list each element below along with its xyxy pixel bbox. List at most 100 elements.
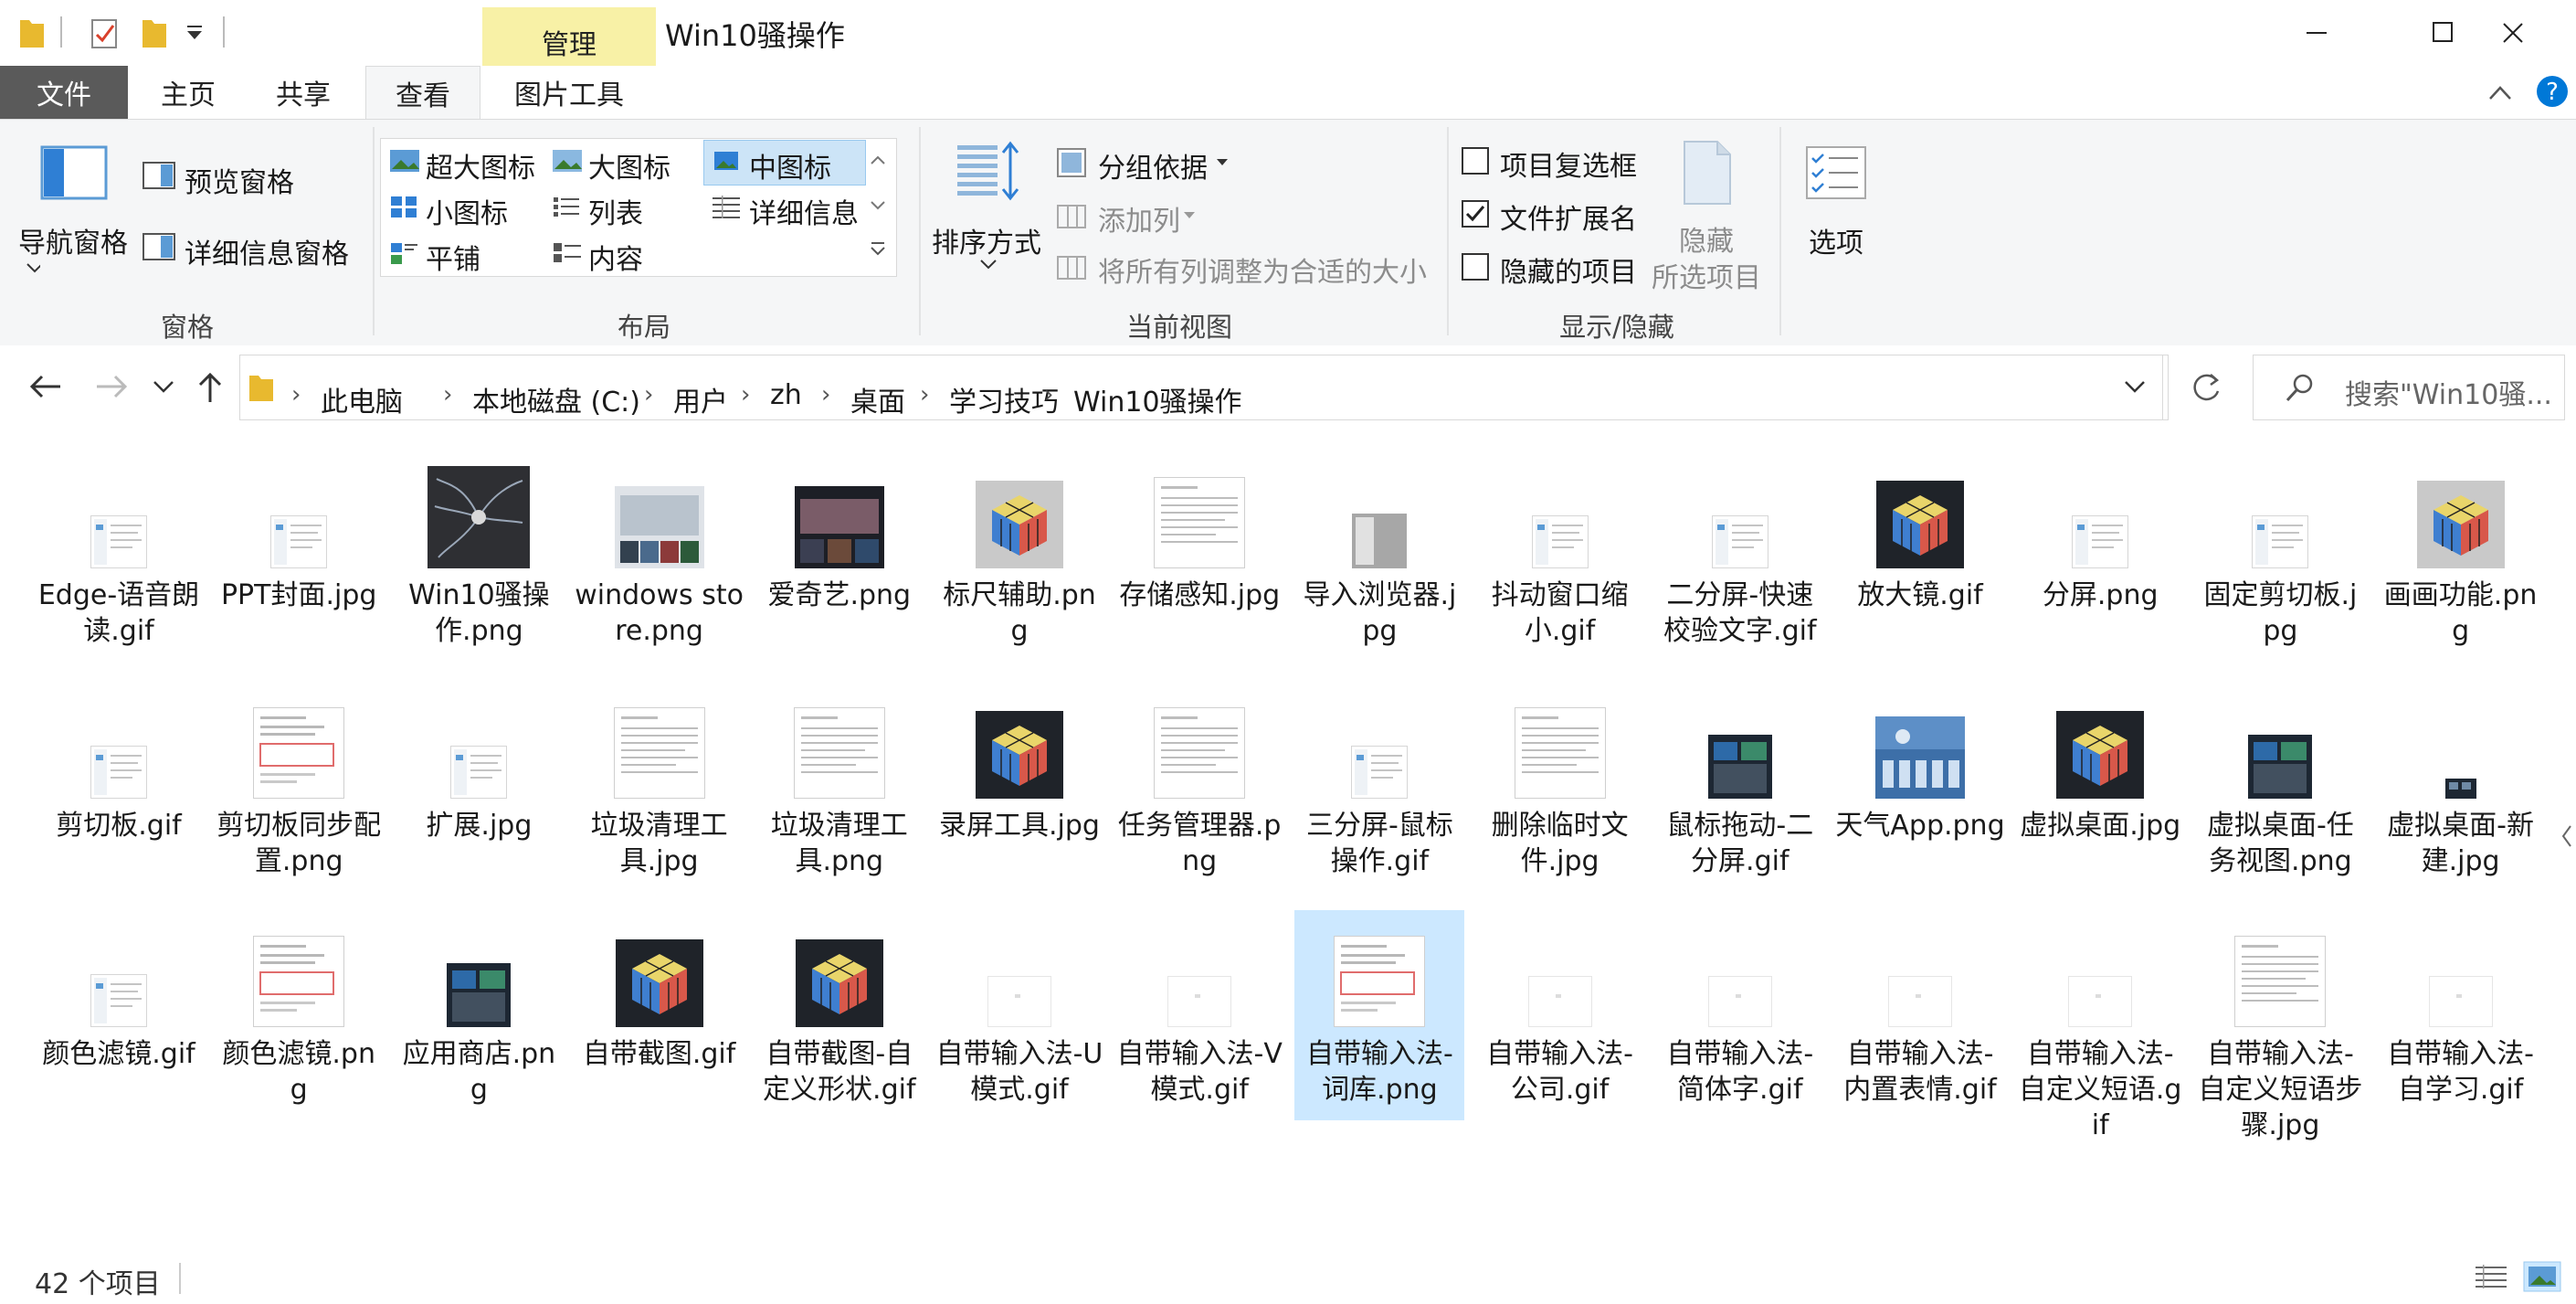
group-by-button[interactable]: 分组依据 [1098, 145, 1208, 186]
new-folder-icon[interactable] [141, 15, 168, 51]
tab-home[interactable]: 主页 [135, 66, 241, 119]
hide-selected-line1[interactable]: 隐藏 [1679, 218, 1734, 259]
breadcrumb-separator[interactable]: › [920, 381, 929, 408]
preview-pane-button[interactable]: 预览窗格 [185, 160, 294, 200]
back-arrow-icon[interactable] [27, 371, 64, 402]
tab-file[interactable]: 文件 [0, 66, 128, 119]
file-item[interactable]: Edge-语音朗读.gif [34, 451, 204, 662]
file-item[interactable]: Win10骚操作.png [394, 451, 564, 662]
breadcrumb-study-tips[interactable]: 学习技巧 [949, 379, 1059, 419]
file-extensions-checkbox[interactable] [1462, 200, 1489, 228]
file-item[interactable]: 自带输入法-自定义短语.gif [2015, 910, 2185, 1141]
layout-extra-large-icons[interactable]: 超大图标 [426, 145, 535, 186]
qat-dropdown-icon[interactable] [185, 15, 205, 51]
file-item[interactable]: 应用商店.png [394, 910, 564, 1120]
file-item[interactable]: 自带输入法-U模式.gif [934, 910, 1104, 1120]
gallery-scroll-up-icon[interactable] [868, 153, 888, 167]
file-item[interactable]: 二分屏-快速校验文字.gif [1655, 451, 1825, 662]
file-item[interactable]: 自带截图-自定义形状.gif [755, 910, 924, 1120]
context-tab-manage[interactable]: 管理 [482, 7, 656, 66]
file-item[interactable]: 天气App.png [1835, 682, 2005, 892]
file-item[interactable]: 剪切板.gif [34, 682, 204, 892]
layout-medium-icons[interactable]: 中图标 [749, 145, 831, 186]
file-item[interactable]: 虚拟桌面-任务视图.png [2195, 682, 2365, 892]
search-input[interactable]: 搜索"Win10骚... [2345, 372, 2552, 412]
help-icon[interactable]: ? [2536, 75, 2569, 108]
file-item[interactable]: 自带输入法-V模式.gif [1114, 910, 1284, 1120]
details-pane-toggle-icon[interactable] [2558, 822, 2576, 850]
breadcrumb-this-pc[interactable]: 此电脑 [321, 379, 403, 419]
gallery-expand-icon[interactable] [868, 239, 888, 259]
properties-icon[interactable] [90, 15, 121, 51]
tab-share[interactable]: 共享 [250, 66, 356, 119]
file-item[interactable]: 分屏.png [2015, 451, 2185, 662]
gallery-scroll-down-icon[interactable] [868, 198, 888, 213]
forward-arrow-icon[interactable] [93, 371, 130, 402]
layout-details[interactable]: 详细信息 [749, 191, 859, 231]
options-button[interactable]: 选项 [1809, 220, 1863, 260]
file-item[interactable]: PPT封面.jpg [214, 451, 384, 662]
up-arrow-icon[interactable] [195, 371, 225, 404]
tab-view[interactable]: 查看 [365, 66, 480, 120]
file-item[interactable]: windows store.png [575, 451, 744, 662]
file-item[interactable]: 虚拟桌面.jpg [2015, 682, 2185, 892]
file-item[interactable]: 自带输入法-自定义短语步骤.jpg [2195, 910, 2365, 1141]
fit-columns-button[interactable]: 将所有列调整为合适的大小 [1098, 249, 1427, 290]
file-item[interactable]: 录屏工具.jpg [934, 682, 1104, 892]
close-button[interactable] [2450, 0, 2576, 66]
layout-small-icons[interactable]: 小图标 [426, 191, 508, 231]
layout-list[interactable]: 列表 [588, 191, 643, 231]
layout-content[interactable]: 内容 [588, 237, 643, 277]
search-box[interactable]: 搜索"Win10骚... [2253, 355, 2565, 420]
file-item[interactable]: 放大镜.gif [1835, 451, 2005, 662]
item-checkboxes-checkbox[interactable] [1462, 147, 1489, 175]
file-item[interactable]: 颜色滤镜.gif [34, 910, 204, 1120]
breadcrumb-separator[interactable]: › [291, 381, 301, 408]
breadcrumb-separator[interactable]: › [1044, 381, 1053, 408]
breadcrumb-separator[interactable]: › [741, 381, 750, 408]
tab-picture-tools[interactable]: 图片工具 [482, 66, 656, 119]
address-path-box[interactable]: › 此电脑 › 本地磁盘 (C:) › 用户 › zh › 桌面 › 学习技巧 … [239, 355, 2169, 420]
file-item[interactable]: 虚拟桌面-新建.jpg [2376, 682, 2546, 892]
file-item[interactable]: 鼠标拖动-二分屏.gif [1655, 682, 1825, 892]
large-icons-view-toggle-icon[interactable] [2523, 1261, 2561, 1292]
sort-by-button[interactable]: 排序方式 [932, 220, 1041, 260]
minimize-button[interactable] [2254, 0, 2381, 66]
breadcrumb-separator[interactable]: › [821, 381, 830, 408]
breadcrumb-separator[interactable]: › [644, 381, 653, 408]
file-item[interactable]: 颜色滤镜.png [214, 910, 384, 1120]
file-item[interactable]: 自带输入法-公司.gif [1475, 910, 1645, 1120]
refresh-icon[interactable] [2189, 371, 2223, 406]
file-item[interactable]: 自带输入法-词库.png [1294, 910, 1465, 1120]
file-item[interactable]: 固定剪切板.jpg [2195, 451, 2365, 662]
chevron-down-icon[interactable] [18, 260, 40, 275]
breadcrumb-users[interactable]: 用户 [673, 379, 728, 419]
collapse-ribbon-icon[interactable] [2486, 80, 2514, 104]
breadcrumb-zh[interactable]: zh [770, 379, 802, 411]
file-item[interactable]: 自带输入法-自学习.gif [2376, 910, 2546, 1120]
address-dropdown-icon[interactable] [2122, 377, 2148, 398]
file-item[interactable]: 存储感知.jpg [1114, 451, 1284, 662]
file-item[interactable]: 自带输入法-简体字.gif [1655, 910, 1825, 1120]
add-columns-button[interactable]: 添加列 [1098, 198, 1180, 239]
file-item[interactable]: 抖动窗口缩小.gif [1475, 451, 1645, 662]
hide-selected-line2[interactable]: 所选项目 [1652, 255, 1761, 295]
file-item[interactable]: 画画功能.png [2376, 451, 2546, 662]
file-item[interactable]: 扩展.jpg [394, 682, 564, 892]
breadcrumb-current-folder[interactable]: Win10骚操作 [1073, 379, 1242, 419]
file-item[interactable]: 剪切板同步配置.png [214, 682, 384, 892]
details-pane-button[interactable]: 详细信息窗格 [185, 231, 349, 271]
file-item[interactable]: 垃圾清理工具.png [755, 682, 924, 892]
file-item[interactable]: 导入浏览器.jpg [1294, 451, 1464, 662]
details-view-toggle-icon[interactable] [2474, 1263, 2508, 1292]
file-item[interactable]: 标尺辅助.png [934, 451, 1104, 662]
layout-tiles[interactable]: 平铺 [426, 237, 480, 277]
breadcrumb-desktop[interactable]: 桌面 [850, 379, 905, 419]
layout-large-icons[interactable]: 大图标 [588, 145, 670, 186]
file-item[interactable]: 自带输入法-内置表情.gif [1835, 910, 2005, 1120]
nav-pane-button[interactable]: 导航窗格 [18, 220, 128, 260]
breadcrumb-local-disk[interactable]: 本地磁盘 (C:) [472, 379, 640, 419]
file-item[interactable]: 爱奇艺.png [755, 451, 924, 662]
file-item[interactable]: 自带截图.gif [575, 910, 744, 1120]
breadcrumb-separator[interactable]: › [443, 381, 452, 408]
